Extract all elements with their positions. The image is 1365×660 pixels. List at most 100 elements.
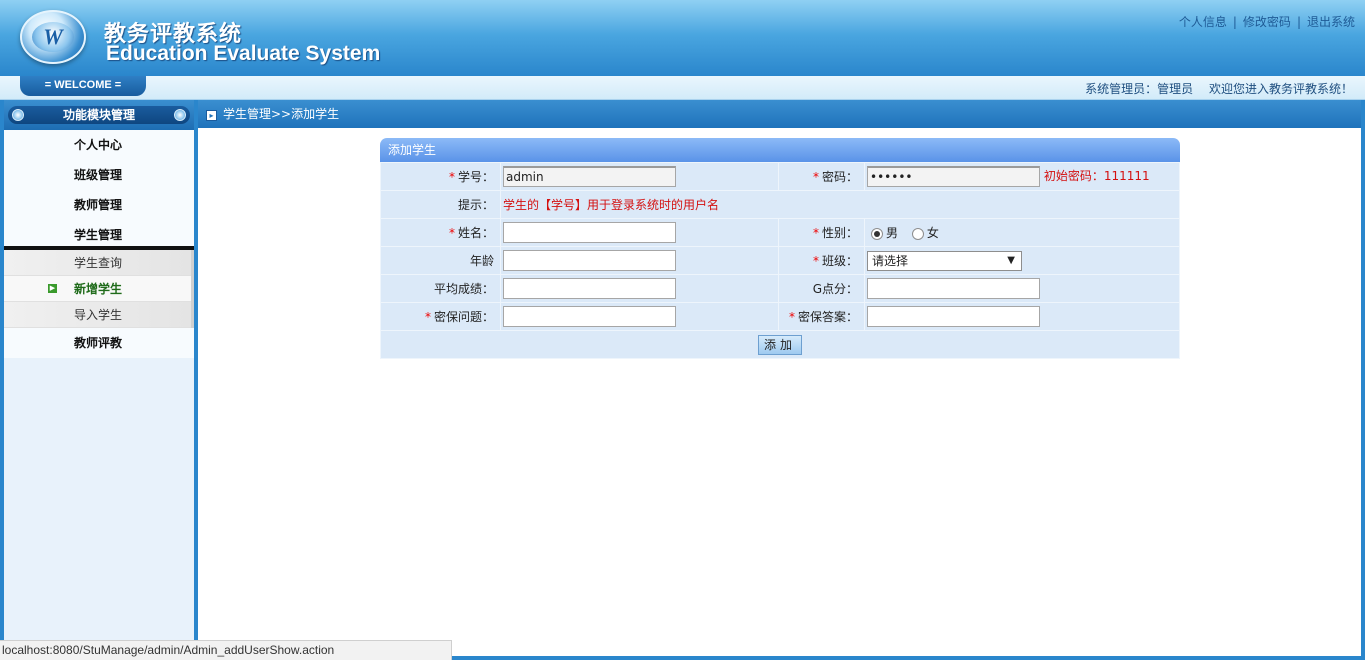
system-title-en: Education Evaluate System [106, 42, 381, 65]
label-text: 性别： [821, 226, 858, 240]
active-arrow-icon: ▶ [48, 284, 57, 293]
g-points-input[interactable] [867, 278, 1040, 299]
gender-cell: 男 女 [864, 218, 1180, 247]
student-submenu: 学生查询 ▶ 新增学生 导入学生 [4, 250, 194, 328]
breadcrumb-arrow-icon: ▸ [206, 110, 217, 121]
add-student-form: 添加学生 * 学号： admin * 密码： •••••• 初始密码：111111 … [380, 138, 1180, 359]
form-title: 添加学生 [380, 138, 1180, 162]
gender-male-label: 男 [886, 226, 899, 240]
sidebar-item-teacher-evaluation[interactable]: 教师评教 [4, 328, 194, 358]
security-answer-input[interactable] [867, 306, 1040, 327]
welcome-info: 系统管理员：管理员 欢迎您进入教务评教系统！ [1081, 80, 1353, 97]
password-cell: •••••• 初始密码：111111 [864, 162, 1180, 191]
logout-link[interactable]: 退出系统 [1307, 15, 1355, 29]
age-cell [500, 246, 779, 275]
password-label: * 密码： [778, 162, 865, 191]
g-points-label: G点分： [778, 274, 865, 303]
age-input[interactable] [503, 250, 676, 271]
student-id-input[interactable]: admin [503, 166, 676, 187]
class-cell: 请选择 ▼ [864, 246, 1180, 275]
submenu-item-import-students[interactable]: 导入学生 [4, 302, 191, 328]
main-content: ▸ 学生管理>>添加学生 添加学生 * 学号： admin * 密码： •••••• … [198, 100, 1365, 660]
profile-link[interactable]: 个人信息 [1179, 15, 1227, 29]
class-select[interactable]: 请选择 ▼ [867, 250, 1022, 271]
sidebar-item-student-management[interactable]: 学生管理 [4, 220, 194, 250]
submit-cell: 添加 [380, 330, 1180, 359]
sidebar-header: 功能模块管理 [4, 100, 194, 130]
submenu-item-label: 导入学生 [74, 308, 123, 322]
age-label: 年龄 [380, 246, 501, 275]
avg-score-label: 平均成绩： [380, 274, 501, 303]
welcome-tab: = WELCOME = [20, 76, 146, 96]
required-mark: * [812, 254, 819, 268]
name-cell [500, 218, 779, 247]
required-mark: * [788, 310, 795, 324]
gender-female-radio[interactable] [911, 227, 924, 240]
submenu-item-add-student[interactable]: ▶ 新增学生 [4, 276, 191, 302]
logo: W [20, 10, 86, 64]
link-separator: | [1232, 15, 1237, 29]
chevron-down-icon: ▼ [1007, 254, 1015, 266]
gender-label: * 性别： [778, 218, 865, 247]
security-question-input[interactable] [503, 306, 676, 327]
required-mark: * [448, 170, 455, 184]
label-text: 密保答案： [797, 310, 858, 324]
label-text: 密保问题： [433, 310, 494, 324]
security-answer-cell [864, 302, 1180, 331]
security-answer-label: * 密保答案： [778, 302, 865, 331]
name-label: * 姓名： [380, 218, 501, 247]
student-id-label: * 学号： [380, 162, 501, 191]
tip-cell: 学生的【学号】用于登录系统时的用户名 [500, 190, 1180, 219]
form-row: * 学号： admin * 密码： •••••• 初始密码：111111 [380, 162, 1180, 191]
sidebar-header-label: 功能模块管理 [62, 108, 135, 122]
logo-letter: W [32, 22, 74, 52]
label-text: 密码： [821, 170, 858, 184]
top-links: 个人信息 | 修改密码 | 退出系统 [1179, 13, 1355, 30]
form-row: 添加 [380, 330, 1180, 359]
required-mark: * [448, 226, 455, 240]
submenu-item-label: 新增学生 [74, 282, 123, 296]
required-mark: * [424, 310, 431, 324]
label-text: 班级： [821, 254, 858, 268]
browser-status-bar: localhost:8080/StuManage/admin/Admin_add… [0, 640, 452, 660]
sidebar: 功能模块管理 个人中心 班级管理 教师管理 学生管理 学生查询 ▶ 新增学生 导入… [0, 100, 198, 660]
class-selected-value: 请选择 [872, 253, 909, 268]
password-input[interactable]: •••••• [867, 166, 1040, 187]
avg-score-cell [500, 274, 779, 303]
label-text: 学号： [457, 170, 494, 184]
gender-female-label: 女 [926, 226, 939, 240]
breadcrumb-text: 学生管理>>添加学生 [223, 107, 340, 121]
form-row: * 姓名： * 性别： 男 女 [380, 218, 1180, 247]
required-mark: * [812, 170, 819, 184]
security-question-label: * 密保问题： [380, 302, 501, 331]
submenu-item-label: 学生查询 [74, 256, 123, 270]
form-row: 提示： 学生的【学号】用于登录系统时的用户名 [380, 190, 1180, 219]
link-separator: | [1296, 15, 1301, 29]
tip-text: 学生的【学号】用于登录系统时的用户名 [503, 198, 720, 212]
gender-male-radio[interactable] [871, 227, 883, 240]
form-row: * 密保问题： * 密保答案： [380, 302, 1180, 331]
form-row: 年龄 * 班级： 请选择 ▼ [380, 246, 1180, 275]
greeting-text: 欢迎您进入教务评教系统！ [1208, 82, 1353, 96]
breadcrumb: ▸ 学生管理>>添加学生 [198, 100, 1361, 128]
sidebar-item-teacher-management[interactable]: 教师管理 [4, 190, 194, 220]
class-label: * 班级： [778, 246, 865, 275]
change-password-link[interactable]: 修改密码 [1243, 15, 1291, 29]
sidebar-dot-icon [12, 109, 24, 121]
required-mark: * [812, 226, 819, 240]
sidebar-item-personal-center[interactable]: 个人中心 [4, 130, 194, 160]
form-row: 平均成绩： G点分： [380, 274, 1180, 303]
avg-score-input[interactable] [503, 278, 676, 299]
label-text: 姓名： [457, 226, 494, 240]
role-label: 系统管理员：管理员 [1085, 82, 1194, 96]
student-id-cell: admin [500, 162, 779, 191]
password-hint: 初始密码：111111 [1043, 169, 1150, 183]
sidebar-dot-icon [174, 109, 186, 121]
sidebar-item-class-management[interactable]: 班级管理 [4, 160, 194, 190]
security-question-cell [500, 302, 779, 331]
form-table: * 学号： admin * 密码： •••••• 初始密码：111111 提示： 学… [380, 162, 1180, 359]
name-input[interactable] [503, 222, 676, 243]
submenu-item-student-query[interactable]: 学生查询 [4, 250, 191, 276]
add-button[interactable]: 添加 [758, 334, 802, 355]
g-points-cell [864, 274, 1180, 303]
